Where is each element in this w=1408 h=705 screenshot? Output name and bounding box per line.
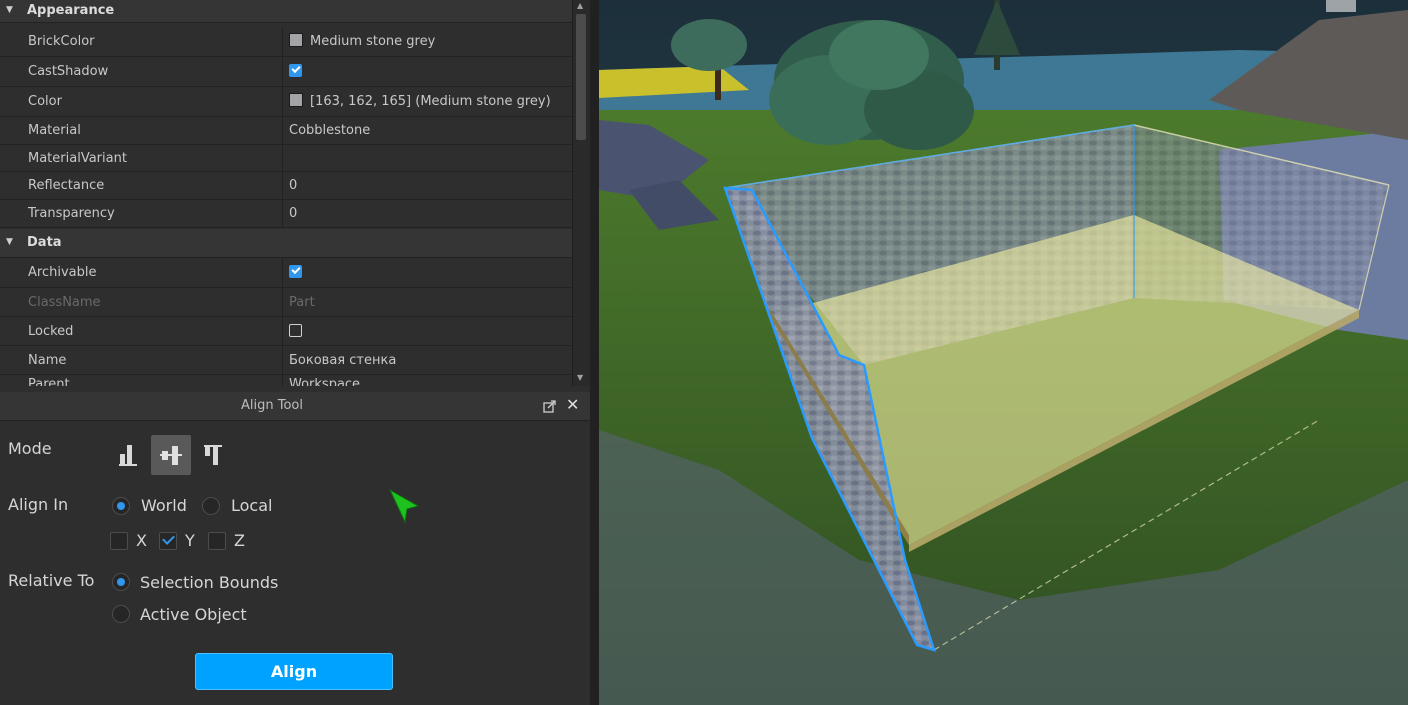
prop-row-color[interactable]: Color [163, 162, 165] (Medium stone grey…	[0, 87, 572, 117]
selection-bounds-label[interactable]: Selection Bounds	[140, 573, 278, 592]
prop-row-materialvariant[interactable]: MaterialVariant	[0, 145, 572, 172]
panel-divider[interactable]	[590, 0, 599, 705]
mode-label: Mode	[8, 439, 52, 458]
prop-row-classname: ClassName Part	[0, 288, 572, 317]
align-button[interactable]: Align	[195, 653, 393, 690]
panel-title: Align Tool	[241, 398, 303, 413]
selection-bounds-radio[interactable]	[112, 573, 130, 591]
align-min-button[interactable]	[108, 435, 148, 475]
align-center-button[interactable]	[151, 435, 191, 475]
align-max-icon	[204, 445, 222, 465]
axis-x-label[interactable]: X	[136, 531, 147, 550]
world-radio[interactable]	[112, 497, 130, 515]
world-option-label[interactable]: World	[141, 496, 187, 515]
collapse-triangle-icon[interactable]: ▼	[6, 229, 13, 256]
collapse-triangle-icon[interactable]: ▼	[6, 0, 13, 22]
scrollbar-thumb[interactable]	[576, 14, 586, 140]
color-swatch	[289, 33, 303, 47]
prop-row-archivable[interactable]: Archivable	[0, 258, 572, 288]
align-in-label: Align In	[8, 495, 69, 514]
align-center-icon	[160, 446, 182, 465]
close-icon[interactable]: ✕	[566, 395, 579, 414]
align-min-icon	[119, 445, 137, 466]
3d-viewport[interactable]	[599, 0, 1408, 705]
axis-y-label[interactable]: Y	[185, 531, 195, 550]
locked-checkbox[interactable]	[289, 324, 302, 337]
local-radio[interactable]	[202, 497, 220, 515]
prop-row-castshadow[interactable]: CastShadow	[0, 57, 572, 87]
active-object-label[interactable]: Active Object	[140, 605, 247, 624]
axis-z-checkbox[interactable]	[208, 532, 226, 550]
archivable-checkbox[interactable]	[289, 265, 302, 278]
section-appearance[interactable]: ▼ Appearance	[0, 0, 572, 23]
left-panel: ▼ Appearance BrickColor Medium stone gre…	[0, 0, 590, 705]
prop-row-reflectance[interactable]: Reflectance 0	[0, 172, 572, 200]
color-swatch	[289, 93, 303, 107]
align-max-button[interactable]	[194, 435, 234, 475]
relative-to-label: Relative To	[8, 571, 95, 590]
checkmark-icon	[162, 532, 175, 545]
prop-row-brickcolor[interactable]: BrickColor Medium stone grey	[0, 27, 572, 57]
active-object-radio[interactable]	[112, 605, 130, 623]
local-option-label[interactable]: Local	[231, 496, 272, 515]
properties-scrollbar[interactable]: ▲ ▼	[572, 0, 590, 386]
prop-row-material[interactable]: Material Cobblestone	[0, 117, 572, 145]
axis-z-label[interactable]: Z	[234, 531, 245, 550]
align-tool-panel: Align Tool ✕ Mode Align In World Local X…	[0, 392, 590, 705]
properties-panel: ▼ Appearance BrickColor Medium stone gre…	[0, 0, 572, 386]
prop-row-transparency[interactable]: Transparency 0	[0, 200, 572, 228]
axis-x-checkbox[interactable]	[110, 532, 128, 550]
prop-row-parent[interactable]: Parent Workspace	[0, 375, 572, 386]
cursor-arrow-icon	[388, 488, 420, 524]
scroll-down-icon[interactable]: ▼	[577, 373, 583, 382]
scene-render[interactable]	[599, 0, 1408, 705]
scroll-up-icon[interactable]: ▲	[577, 1, 583, 10]
section-data[interactable]: ▼ Data	[0, 229, 572, 258]
axis-y-checkbox[interactable]	[159, 532, 177, 550]
prop-row-locked[interactable]: Locked	[0, 317, 572, 346]
castshadow-checkbox[interactable]	[289, 64, 302, 77]
dock-icon[interactable]	[543, 400, 556, 413]
prop-row-name[interactable]: Name Боковая стенка	[0, 346, 572, 375]
align-tool-header: Align Tool ✕	[0, 392, 590, 421]
